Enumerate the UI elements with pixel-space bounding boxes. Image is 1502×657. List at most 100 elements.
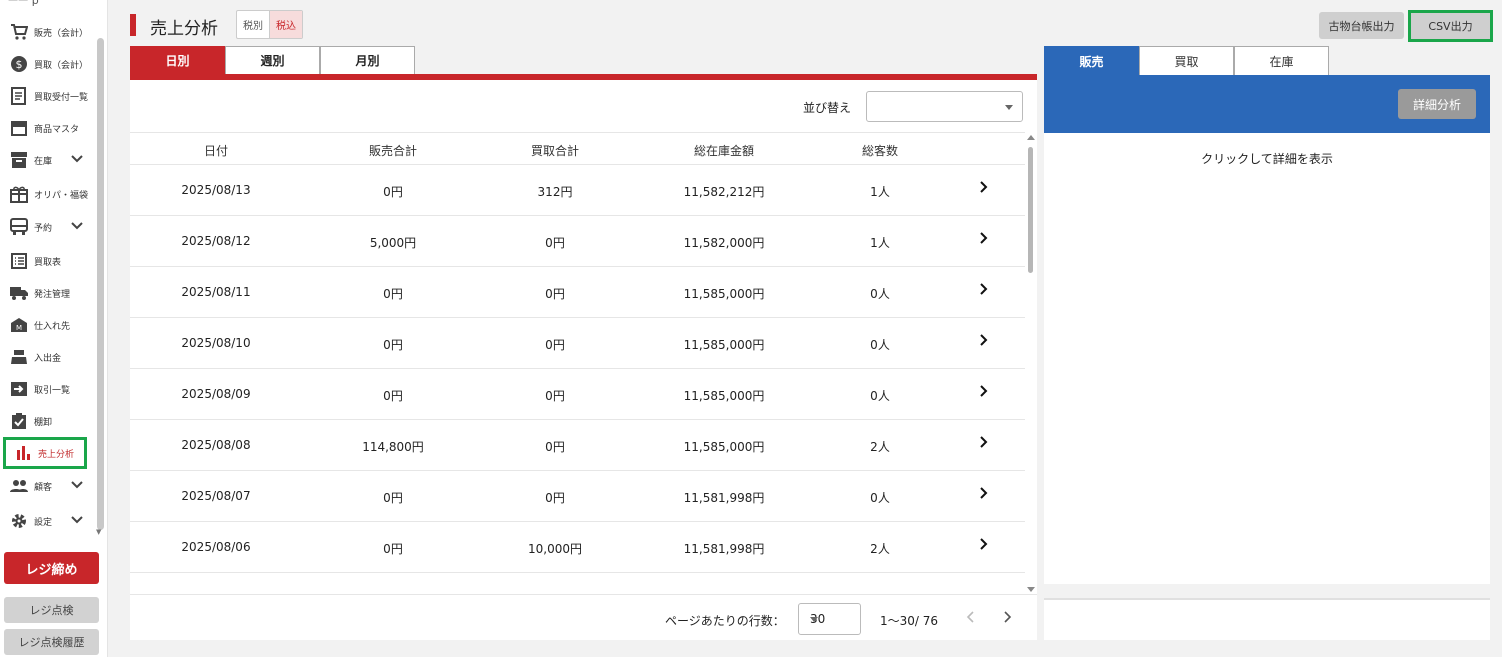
sidebar-item-sales-analysis[interactable]: 売上分析 [3, 437, 87, 469]
sidebar-item-label: 設定 [34, 517, 53, 528]
scroll-down-icon[interactable]: ▼ [96, 528, 101, 536]
cell-date: 2025/08/13 [181, 183, 251, 197]
cell-date: 2025/08/08 [181, 438, 251, 452]
cell-purchase-total: 0円 [545, 389, 565, 403]
tax-excluded-option[interactable]: 税別 [237, 11, 269, 38]
sidebar: ㅡㅡ p 販売（会計） $ 買取（会計） 買取受付一覧 商品マスタ 在庫 オリパ… [0, 0, 108, 657]
detail-hint: クリックして詳細を表示 [1201, 152, 1333, 166]
receipt-icon [8, 86, 30, 106]
sidebar-item-label: 買取（会計） [34, 60, 89, 71]
chevron-right-icon[interactable] [978, 435, 990, 449]
chevron-right-icon[interactable] [978, 231, 990, 245]
sidebar-item-sales[interactable]: 販売（会計） [2, 18, 94, 46]
table-row[interactable]: 2025/08/10 0円 0円 11,585,000円 0人 [130, 318, 1025, 369]
clipboard-check-icon [8, 411, 30, 431]
chevron-down-icon[interactable] [70, 513, 84, 527]
table-row[interactable]: 2025/08/09 0円 0円 11,585,000円 0人 [130, 369, 1025, 420]
table-row[interactable]: 2025/08/06 0円 10,000円 11,581,998円 2人 [130, 522, 1025, 573]
chevron-right-icon[interactable] [978, 384, 990, 398]
tab-purchase[interactable]: 買取 [1139, 46, 1234, 75]
sidebar-item-purchase-list[interactable]: 買取受付一覧 [2, 82, 94, 110]
svg-text:$: $ [16, 58, 23, 71]
table-row[interactable]: 2025/08/12 5,000円 0円 11,582,000円 1人 [130, 216, 1025, 267]
register-icon [8, 347, 30, 367]
register-check-history-button[interactable]: レジ点検履歴 [4, 629, 99, 655]
sidebar-item-settings[interactable]: 設定 [2, 507, 94, 535]
ledger-export-button[interactable]: 古物台帳出力 [1319, 12, 1404, 39]
sidebar-item-stocktake[interactable]: 棚卸 [2, 407, 94, 435]
sort-select[interactable] [866, 91, 1023, 122]
sidebar-item-label: 取引一覧 [34, 385, 71, 396]
chevron-right-icon[interactable] [978, 180, 990, 194]
chevron-down-icon[interactable] [70, 219, 84, 233]
sidebar-scrollbar[interactable] [97, 38, 104, 530]
chevron-down-icon[interactable] [70, 152, 84, 166]
tax-included-option[interactable]: 税込 [269, 11, 302, 38]
cell-inventory-value: 11,581,998円 [683, 542, 765, 556]
detail-tabs: 販売 買取 在庫 [1044, 46, 1329, 75]
gift-icon [8, 184, 30, 204]
detailed-analysis-button[interactable]: 詳細分析 [1398, 89, 1476, 119]
sidebar-item-label: 棚卸 [34, 417, 53, 428]
cell-inventory-value: 11,585,000円 [683, 287, 765, 301]
sidebar-item-label: 入出金 [34, 353, 62, 364]
list-icon [8, 251, 30, 271]
bus-icon [8, 217, 30, 237]
sidebar-item-price-list[interactable]: 買取表 [2, 247, 94, 275]
sidebar-item-suppliers[interactable]: M 仕入れ先 [2, 311, 94, 339]
pagination-range: 1〜30/ 76 [880, 614, 939, 628]
tab-inventory[interactable]: 在庫 [1234, 46, 1329, 75]
sidebar-item-purchase[interactable]: $ 買取（会計） [2, 50, 94, 78]
sidebar-item-oripa[interactable]: オリパ・福袋 [2, 180, 94, 208]
cell-purchase-total: 0円 [545, 287, 565, 301]
table-row[interactable]: 2025/08/13 0円 312円 11,582,212円 1人 [130, 165, 1025, 216]
scroll-thumb[interactable] [1028, 147, 1033, 273]
cell-inventory-value: 11,585,000円 [683, 338, 765, 352]
sidebar-item-cash[interactable]: 入出金 [2, 343, 94, 371]
chevron-right-icon[interactable] [978, 282, 990, 296]
chevron-right-icon[interactable] [978, 537, 990, 551]
chevron-right-icon[interactable] [978, 486, 990, 500]
inventory-icon [8, 150, 30, 170]
scroll-up-icon[interactable] [1027, 135, 1035, 140]
sidebar-item-product-master[interactable]: 商品マスタ [2, 114, 94, 142]
tab-weekly[interactable]: 週別 [225, 46, 320, 74]
sidebar-item-label: 買取表 [34, 257, 62, 268]
sidebar-item-customers[interactable]: 顧客 [2, 472, 94, 500]
chevron-down-icon[interactable] [70, 478, 84, 492]
cell-sales-total: 114,800円 [362, 440, 424, 454]
sidebar-item-reservation[interactable]: 予約 [2, 213, 94, 241]
tab-monthly[interactable]: 月別 [320, 46, 415, 74]
cell-inventory-value: 11,581,998円 [683, 491, 765, 505]
detail-panel: 詳細分析 クリックして詳細を表示 [1044, 75, 1490, 584]
rows-per-page-label: ページあたりの行数： [665, 614, 785, 628]
caret-down-icon [1005, 105, 1013, 110]
next-page-icon[interactable] [999, 609, 1015, 625]
chevron-right-icon[interactable] [978, 333, 990, 347]
cell-sales-total: 0円 [383, 542, 403, 556]
column-header-inventory-value: 総在庫金額 [693, 144, 755, 158]
sort-label: 並び替え [803, 101, 852, 115]
csv-export-button[interactable]: CSV出力 [1408, 10, 1493, 42]
sidebar-item-orders[interactable]: 発注管理 [2, 279, 94, 307]
table-row[interactable]: 2025/08/11 0円 0円 11,585,000円 0人 [130, 267, 1025, 318]
sidebar-item-inventory[interactable]: 在庫 [2, 146, 94, 174]
column-header-purchase: 買取合計 [530, 144, 580, 158]
tab-daily[interactable]: 日別 [130, 46, 225, 74]
rows-per-page-select[interactable]: 30 [798, 603, 861, 635]
sidebar-item-transactions[interactable]: 取引一覧 [2, 375, 94, 403]
table-row[interactable]: 2025/08/08 114,800円 0円 11,585,000円 2人 [130, 420, 1025, 471]
table-row[interactable]: 2025/08/07 0円 0円 11,581,998円 0人 [130, 471, 1025, 522]
sidebar-top-fragment: ㅡㅡ p [8, 0, 39, 7]
tab-sales[interactable]: 販売 [1044, 46, 1139, 75]
table-scrollbar[interactable] [1025, 135, 1037, 592]
cell-customer-count: 2人 [870, 542, 890, 556]
close-register-button[interactable]: レジ締め [4, 552, 99, 584]
tax-toggle[interactable]: 税別 税込 [236, 10, 303, 39]
scroll-down-icon[interactable] [1027, 587, 1035, 592]
sidebar-item-label: オリパ・福袋 [34, 190, 89, 201]
column-header-date: 日付 [203, 144, 229, 158]
previous-page-icon[interactable] [963, 609, 979, 625]
register-check-button[interactable]: レジ点検 [4, 597, 99, 623]
dollar-circle-icon: $ [8, 54, 30, 74]
